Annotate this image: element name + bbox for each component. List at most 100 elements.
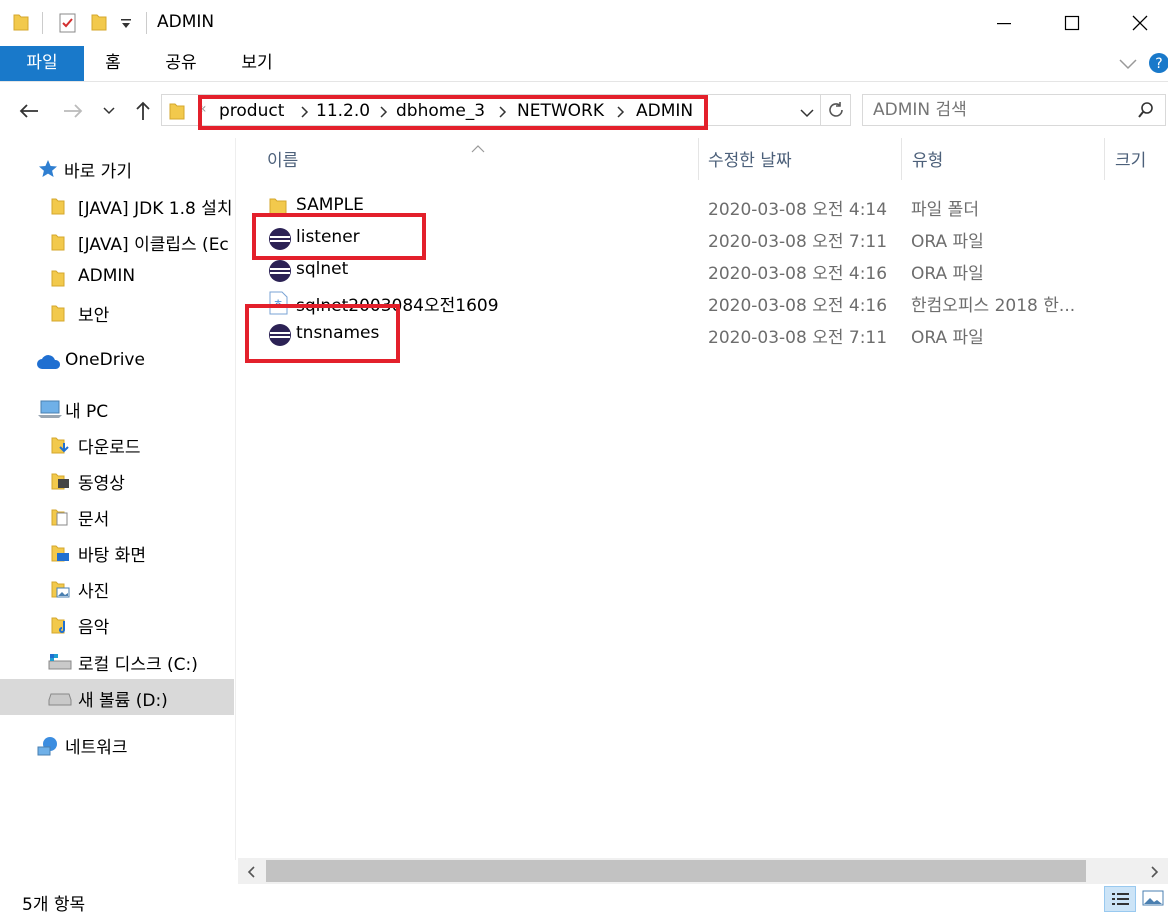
nav-volume-d[interactable]: 새 볼륨 (D:) (0, 679, 234, 715)
search-box[interactable] (862, 94, 1166, 126)
file-type: ORA 파일 (911, 264, 984, 284)
nav-label: 새 볼륨 (D:) (78, 691, 168, 711)
chevron-down-icon (103, 107, 115, 115)
nav-label: [JAVA] JDK 1.8 설치 (78, 199, 233, 219)
maximize-button[interactable] (1044, 0, 1100, 46)
recent-locations-button[interactable] (94, 96, 124, 126)
file-date: 2020-03-08 오전 7:11 (708, 232, 888, 252)
file-date: 2020-03-08 오전 4:16 (708, 296, 888, 316)
scroll-right-icon[interactable] (1150, 864, 1160, 883)
hard-drive-icon (48, 654, 72, 674)
nav-downloads[interactable]: 다운로드 (0, 427, 234, 461)
nav-label: 다운로드 (78, 438, 141, 458)
help-icon[interactable]: ? (1148, 52, 1168, 78)
status-bar: 5개 항목 (0, 884, 1168, 915)
tab-share[interactable]: 공유 (152, 46, 210, 81)
nav-quick-item-security[interactable]: 보안 (0, 295, 234, 329)
nav-label: 바로 가기 (64, 162, 132, 182)
arrow-up-icon (136, 101, 150, 120)
listener-highlight-box (252, 213, 426, 260)
nav-music[interactable]: 음악 (0, 607, 234, 641)
horizontal-scrollbar[interactable] (238, 858, 1168, 884)
column-header-name[interactable]: 이름 (267, 146, 298, 171)
customize-toolbar-icon[interactable] (120, 16, 132, 35)
search-icon[interactable] (1137, 101, 1155, 123)
file-type: 한컴오피스 2018 한... (911, 296, 1076, 316)
nav-desktop[interactable]: 바탕 화면 (0, 535, 234, 569)
folder-icon (50, 196, 66, 220)
new-folder-icon[interactable] (90, 12, 108, 36)
up-button[interactable] (128, 96, 158, 126)
nav-pictures[interactable]: 사진 (0, 571, 234, 605)
details-view-button[interactable] (1104, 886, 1136, 912)
folder-icon (50, 303, 66, 327)
nav-quick-item-jdk[interactable]: [JAVA] JDK 1.8 설치 (0, 188, 234, 222)
column-header-type[interactable]: 유형 (912, 146, 943, 171)
folder-icon (12, 12, 30, 36)
network-icon (36, 735, 60, 761)
document-folder-icon (50, 507, 72, 531)
scroll-left-icon[interactable] (246, 864, 256, 883)
tab-file[interactable]: 파일 (0, 46, 84, 81)
column-header-size[interactable]: 크기 (1115, 146, 1146, 171)
refresh-icon[interactable] (826, 100, 846, 124)
nav-quick-item-admin[interactable]: ADMIN (0, 260, 234, 294)
ribbon-tabs: 파일 홈 공유 보기 ? (0, 46, 1168, 82)
title-bar: ADMIN (0, 0, 1168, 46)
nav-local-disk-c[interactable]: 로컬 디스크 (C:) (0, 644, 234, 678)
nav-quick-access[interactable]: 바로 가기 (0, 151, 234, 185)
file-type: ORA 파일 (911, 232, 984, 252)
close-button[interactable] (1112, 0, 1168, 46)
large-icons-view-button[interactable] (1140, 886, 1166, 912)
nav-label: 보안 (78, 306, 110, 326)
arrow-right-icon (64, 104, 83, 118)
nav-onedrive[interactable]: OneDrive (0, 344, 234, 378)
minimize-icon (997, 23, 1011, 25)
cloud-icon (36, 354, 62, 374)
column-header-date[interactable]: 수정한 날짜 (708, 146, 792, 171)
properties-icon[interactable] (58, 12, 78, 38)
eclipse-icon (268, 259, 292, 287)
nav-label: 사진 (78, 582, 110, 602)
computer-icon (36, 399, 62, 423)
address-dropdown-icon[interactable] (800, 104, 814, 123)
arrow-left-icon (19, 104, 38, 118)
desktop-folder-icon (50, 543, 72, 567)
nav-label: 문서 (78, 510, 110, 530)
nav-videos[interactable]: 동영상 (0, 463, 234, 497)
file-date: 2020-03-08 오전 4:16 (708, 264, 888, 284)
forward-button[interactable] (58, 96, 88, 126)
nav-label: [JAVA] 이클립스 (Ec (78, 235, 229, 255)
nav-quick-item-eclipse[interactable]: [JAVA] 이클립스 (Ec (0, 224, 234, 258)
address-highlight-box (198, 95, 708, 130)
scrollbar-thumb[interactable] (266, 860, 1086, 882)
video-folder-icon (50, 471, 72, 495)
nav-this-pc[interactable]: 내 PC (0, 391, 234, 425)
folder-icon (50, 268, 66, 292)
nav-label: 로컬 디스크 (C:) (78, 655, 198, 675)
nav-label: 음악 (78, 618, 110, 638)
file-date: 2020-03-08 오전 7:11 (708, 328, 888, 348)
address-row: « product 11.2.0 dbhome_3 NETWORK ADMIN (0, 82, 1168, 138)
nav-label: 바탕 화면 (78, 546, 146, 566)
search-input[interactable] (871, 99, 1131, 121)
tnsnames-highlight-box (245, 304, 400, 363)
nav-network[interactable]: 네트워크 (0, 727, 234, 761)
expand-ribbon-icon[interactable] (1118, 56, 1138, 75)
tab-home[interactable]: 홈 (88, 46, 138, 81)
file-type: ORA 파일 (911, 328, 984, 348)
nav-label: 내 PC (65, 402, 109, 422)
music-folder-icon (50, 615, 72, 639)
tab-view[interactable]: 보기 (228, 46, 286, 81)
minimize-button[interactable] (976, 0, 1032, 46)
nav-label: 네트워크 (65, 738, 128, 758)
back-button[interactable] (14, 96, 44, 126)
nav-label: OneDrive (65, 350, 145, 370)
star-icon (38, 159, 58, 183)
details-view-icon (1112, 893, 1129, 905)
item-count: 5개 항목 (22, 895, 86, 915)
nav-label: 동영상 (78, 474, 125, 494)
download-folder-icon (50, 435, 72, 459)
folder-icon (50, 232, 66, 256)
nav-documents[interactable]: 문서 (0, 499, 234, 533)
